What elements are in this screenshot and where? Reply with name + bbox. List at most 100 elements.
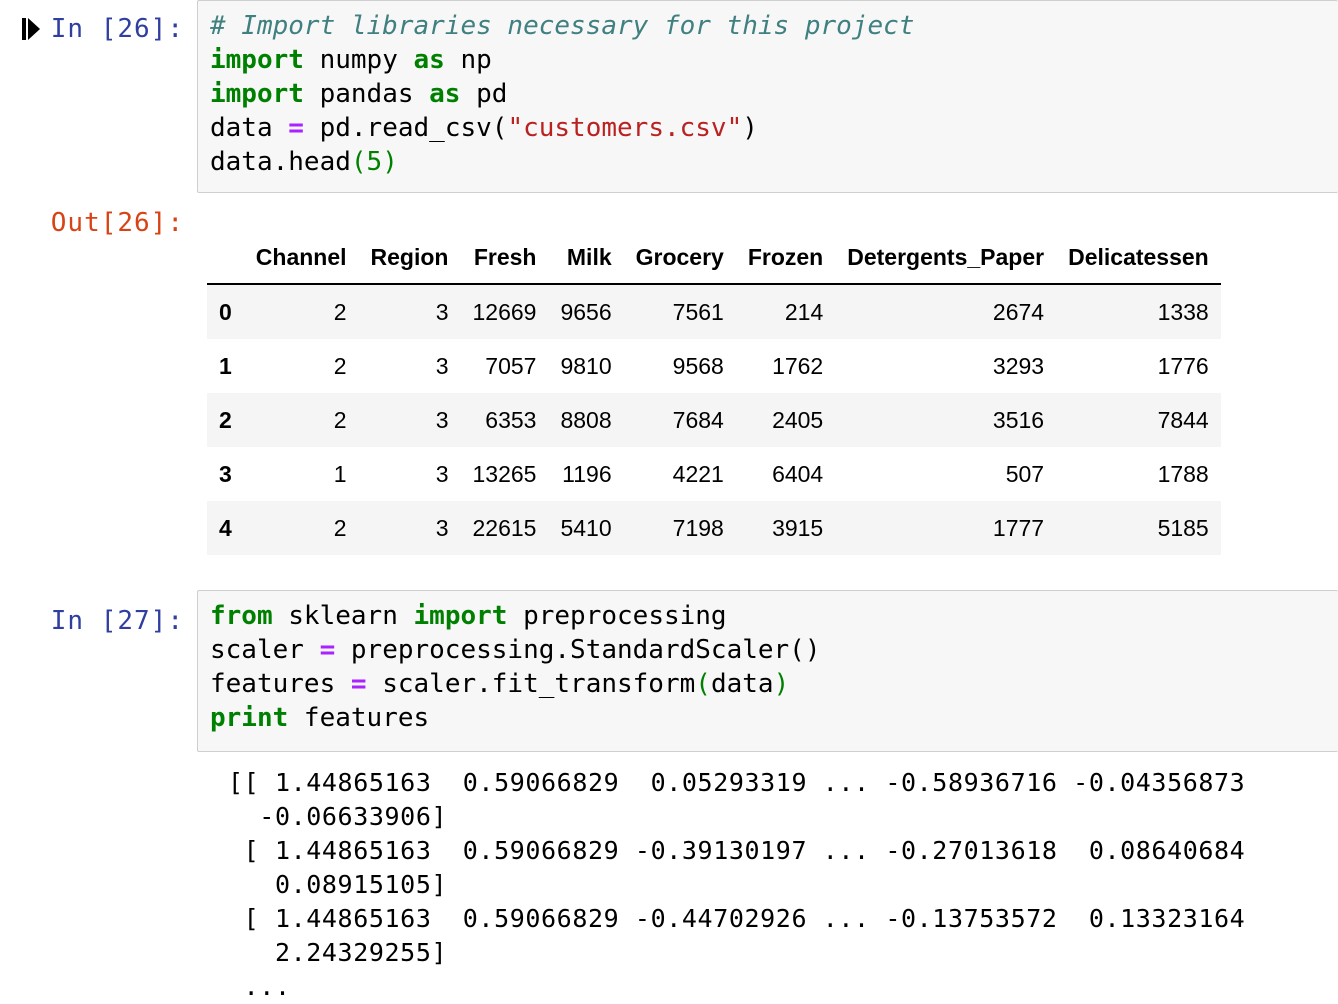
table-cell: 7684 <box>672 406 724 433</box>
index-header <box>207 231 244 285</box>
code-token: import <box>210 45 304 75</box>
table-cell: 3915 <box>772 514 824 541</box>
column-header: Fresh <box>460 231 549 285</box>
row-index: 1 <box>219 352 232 379</box>
table-cell: 6404 <box>772 460 824 487</box>
table-cell: 5410 <box>560 514 612 541</box>
row-index: 3 <box>219 460 232 487</box>
table-cell: 3 <box>435 514 449 541</box>
table-body: 0 2 3 12669 9656 7561 214 2674 1338 1 2 3 7057 9810 95… <box>207 284 1221 555</box>
code-token: print <box>210 703 289 733</box>
table-cell: 1196 <box>562 460 612 487</box>
code-token: as <box>413 45 445 75</box>
table-cell: 214 <box>784 298 824 325</box>
output-line: 0.08915105] <box>228 870 448 899</box>
code-line: features = scaler.fit_transform(data) <box>210 667 821 701</box>
table-cell: 8808 <box>560 406 612 433</box>
row-index: 2 <box>219 406 232 433</box>
code-token: from <box>210 601 273 631</box>
code-line: import numpy as np <box>210 43 914 77</box>
code-token: = <box>319 635 336 665</box>
output-line: 2.24329255] <box>228 938 448 967</box>
code-line: scaler = preprocessing.StandardScaler() <box>210 633 821 667</box>
code-token: numpy <box>303 45 414 75</box>
column-header: Detergents_Paper <box>835 231 1057 285</box>
table-cell: 7057 <box>485 352 537 379</box>
stream-output: [[ 1.44865163 0.59066829 0.05293319 ... … <box>228 766 1245 1004</box>
code-token: = <box>288 113 304 143</box>
code-line: data = pd.read_csv("customers.csv") <box>210 111 914 145</box>
table-cell: 7844 <box>1157 406 1209 433</box>
table-cell: 12669 <box>472 298 537 325</box>
output-line: ... <box>228 972 291 1001</box>
code-line: from sklearn import preprocessing <box>210 599 821 633</box>
code-token: import <box>413 601 508 631</box>
code-token: as <box>429 79 461 109</box>
output-line: [ 1.44865163 0.59066829 -0.44702926 ... … <box>228 904 1246 933</box>
code-token: features <box>288 703 430 733</box>
code-token: = <box>350 669 367 699</box>
table-row: 1 2 3 7057 9810 9568 1762 3293 1776 <box>207 339 1221 393</box>
table-cell: 7198 <box>672 514 724 541</box>
table-cell: 3516 <box>992 406 1045 433</box>
code-line: print features <box>210 701 821 735</box>
input-prompt-26: In [26]: <box>50 14 184 44</box>
code-token: scaler <box>210 635 320 665</box>
code-token: scaler.fit_transform <box>366 669 696 699</box>
table-cell: 3 <box>435 352 449 379</box>
table-row: 4 2 3 22615 5410 7198 3915 1777 5185 <box>207 501 1221 555</box>
code-token: preprocessing <box>507 601 727 631</box>
table-cell: 1776 <box>1157 352 1209 379</box>
code-token: "customers.csv" <box>507 113 743 143</box>
table-cell: 2 <box>333 352 347 379</box>
code-editor[interactable]: from sklearn import preprocessing scaler … <box>210 599 821 735</box>
table-cell: 1777 <box>992 514 1045 541</box>
table-cell: 2 <box>333 298 347 325</box>
column-header: Channel <box>243 231 359 285</box>
code-token: pd.read_csv( <box>303 113 508 143</box>
code-token: data <box>210 113 289 143</box>
table-cell: 2 <box>333 406 347 433</box>
code-editor[interactable]: # Import libraries necessary for this pr… <box>210 9 914 179</box>
table-cell: 507 <box>1005 460 1045 487</box>
column-header: Delicatessen <box>1056 231 1221 285</box>
table-cell: 9568 <box>672 352 724 379</box>
table-row: 3 1 3 13265 1196 4221 6404 507 1788 <box>207 447 1221 501</box>
table-cell: 22615 <box>472 514 537 541</box>
table-cell: 4221 <box>672 460 724 487</box>
code-token: # Import libraries necessary for this pr… <box>210 11 915 41</box>
code-token: pandas <box>303 79 430 109</box>
table-cell: 1788 <box>1157 460 1209 487</box>
table-cell: 3 <box>435 406 449 433</box>
code-token: data <box>710 669 774 699</box>
table-cell: 1762 <box>772 352 824 379</box>
code-token: 5 <box>366 147 383 177</box>
code-token: ) <box>382 147 398 177</box>
column-header: Milk <box>548 231 624 285</box>
code-token: features <box>210 669 351 699</box>
code-token: sklearn <box>272 601 414 631</box>
row-index: 0 <box>219 298 232 325</box>
column-header: Frozen <box>735 231 836 285</box>
table-cell: 3 <box>435 298 449 325</box>
table-cell: 5185 <box>1157 514 1209 541</box>
table-cell: 1338 <box>1157 298 1209 325</box>
code-token: data.head <box>210 147 351 177</box>
code-token: pd <box>460 79 508 109</box>
code-token: np <box>444 45 492 75</box>
code-token: ( <box>350 147 367 177</box>
output-line: [[ 1.44865163 0.59066829 0.05293319 ... … <box>228 768 1246 797</box>
table-cell: 9656 <box>560 298 612 325</box>
code-token: ( <box>695 669 711 699</box>
table-cell: 13265 <box>472 460 537 487</box>
output-line: -0.06633906] <box>228 802 448 831</box>
table-cell: 2674 <box>992 298 1045 325</box>
code-cell-26[interactable]: # Import libraries necessary for this pr… <box>197 0 1338 193</box>
code-token: ) <box>773 669 790 699</box>
code-token: ) <box>742 113 758 143</box>
code-cell-27[interactable]: from sklearn import preprocessing scaler … <box>197 590 1338 752</box>
table-cell: 3293 <box>992 352 1045 379</box>
code-line: data.head(5) <box>210 145 914 179</box>
table-row: 0 2 3 12669 9656 7561 214 2674 1338 <box>207 284 1221 339</box>
table-cell: 7561 <box>672 298 724 325</box>
